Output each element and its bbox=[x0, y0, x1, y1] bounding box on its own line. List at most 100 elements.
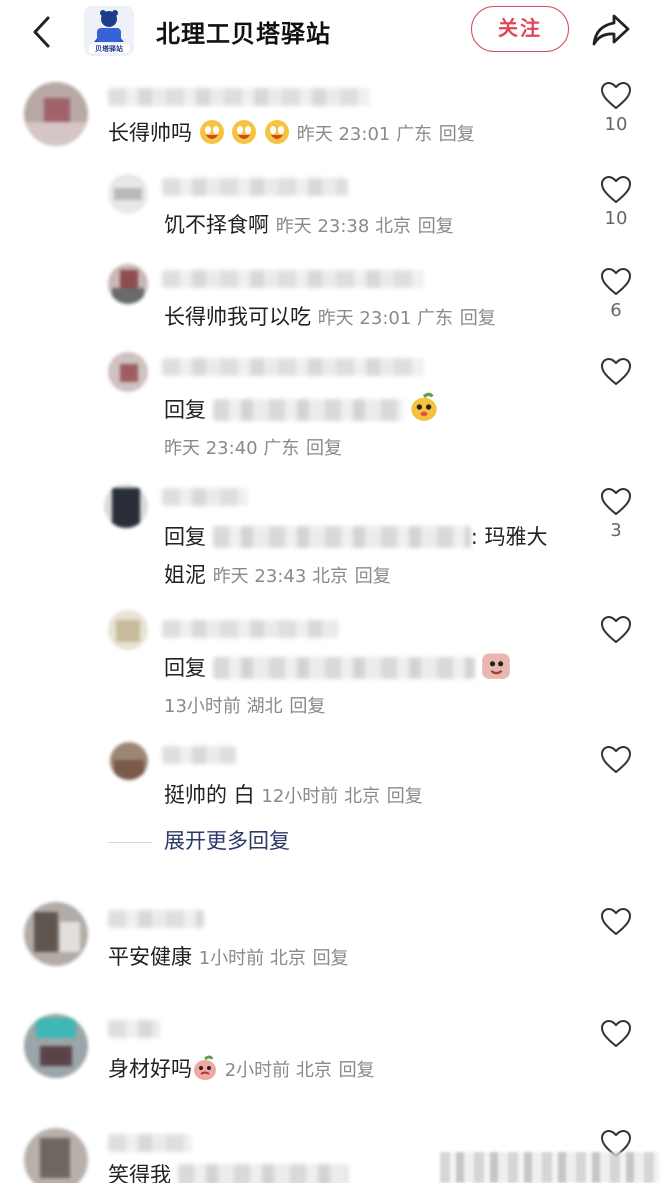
like-count: 10 bbox=[604, 208, 628, 229]
like-button[interactable] bbox=[600, 746, 632, 774]
comment-item: 身材好吗 2小时前 北京 回复 bbox=[0, 1010, 660, 1100]
page-title: 北理工贝塔驿站 bbox=[156, 20, 331, 48]
username-blurred[interactable] bbox=[162, 270, 424, 288]
username-blurred[interactable] bbox=[162, 620, 338, 638]
like-button[interactable] bbox=[600, 616, 632, 644]
reply-button[interactable]: 回复 bbox=[289, 696, 325, 717]
comment-item: 平安健康 1小时前 北京 回复 bbox=[0, 898, 660, 988]
expand-more-replies-button[interactable]: 展开更多回复 bbox=[164, 826, 290, 856]
avatar[interactable] bbox=[110, 742, 148, 780]
heart-icon bbox=[601, 616, 631, 644]
reply-item: 回复 : 玛雅大 姐泥 昨天 23:43 北京 回复 3 bbox=[0, 480, 660, 600]
comment-meta: 13小时前 湖北 bbox=[164, 696, 283, 717]
like-count: 10 bbox=[604, 114, 628, 135]
heart-icon bbox=[601, 176, 631, 204]
avatar[interactable] bbox=[108, 174, 148, 214]
like-button[interactable]: 3 bbox=[600, 488, 632, 541]
comment-text: 笑得我 bbox=[108, 1160, 348, 1183]
comment-meta: 2小时前 北京 bbox=[224, 1060, 332, 1081]
comment-text: 回复 bbox=[164, 392, 439, 425]
follow-button[interactable]: 关注 bbox=[471, 6, 569, 52]
reply-button[interactable]: 回复 bbox=[306, 438, 342, 459]
like-button[interactable] bbox=[600, 1020, 632, 1048]
comment-item: 长得帅吗 昨天 23:01 广东 回复 10 bbox=[0, 76, 660, 156]
reply-item: 回复 昨天 23:40 广东 回复 bbox=[0, 350, 660, 470]
comment-text: 长得帅我可以吃 昨天 23:01 广东 回复 bbox=[164, 305, 496, 329]
username-blurred[interactable] bbox=[162, 358, 424, 376]
reply-button[interactable]: 回复 bbox=[460, 308, 496, 329]
comment-meta: 昨天 23:40 广东 bbox=[164, 438, 300, 459]
like-button[interactable] bbox=[600, 358, 632, 386]
avatar[interactable] bbox=[24, 902, 88, 966]
username-blurred[interactable] bbox=[108, 910, 204, 928]
logo-caption: 贝塔驿站 bbox=[95, 44, 123, 53]
share-button[interactable] bbox=[590, 10, 632, 50]
top-bar: 贝塔驿站 北理工贝塔驿站 关注 bbox=[0, 0, 660, 64]
mention-blurred[interactable] bbox=[212, 657, 475, 679]
reply-item: 回复 13小时前 湖北 回复 bbox=[0, 608, 660, 728]
watermark-blurred bbox=[440, 1152, 660, 1183]
expand-divider bbox=[108, 842, 152, 843]
reply-item: 长得帅我可以吃 昨天 23:01 广东 回复 6 bbox=[0, 262, 660, 342]
like-button[interactable] bbox=[600, 908, 632, 936]
comment-meta-line: 13小时前 湖北 回复 bbox=[164, 690, 325, 722]
like-button[interactable]: 10 bbox=[600, 82, 632, 135]
comment-text-line2: 姐泥 昨天 23:43 北京 回复 bbox=[164, 563, 391, 587]
account-logo[interactable]: 贝塔驿站 bbox=[84, 6, 134, 56]
comment-meta: 昨天 23:01 广东 bbox=[296, 124, 433, 145]
heart-icon bbox=[601, 82, 631, 110]
heart-icon bbox=[601, 746, 631, 774]
username-blurred[interactable] bbox=[162, 178, 348, 196]
comment-meta: 昨天 23:01 广东 bbox=[317, 308, 454, 329]
reply-button[interactable]: 回复 bbox=[418, 216, 454, 237]
reply-button[interactable]: 回复 bbox=[387, 786, 423, 807]
avatar[interactable] bbox=[108, 264, 148, 304]
chevron-left-icon bbox=[33, 16, 50, 48]
comment-meta: 昨天 23:38 北京 bbox=[275, 216, 412, 237]
comment-text: 身材好吗 2小时前 北京 回复 bbox=[108, 1055, 375, 1081]
comment-text: 挺帅的 白 12小时前 北京 回复 bbox=[164, 783, 423, 807]
mention-blurred[interactable] bbox=[212, 399, 403, 421]
heart-icon bbox=[601, 908, 631, 936]
username-blurred[interactable] bbox=[108, 88, 370, 106]
like-button[interactable]: 10 bbox=[600, 176, 632, 229]
comment-text: 饥不择食啊 昨天 23:38 北京 回复 bbox=[164, 213, 454, 237]
heart-icon bbox=[601, 268, 631, 296]
comment-meta: 昨天 23:43 北京 bbox=[212, 566, 349, 587]
comment-meta: 12小时前 北京 bbox=[261, 786, 381, 807]
reply-button[interactable]: 回复 bbox=[355, 566, 391, 587]
peach-emoji-icon bbox=[481, 653, 511, 680]
username-blurred[interactable] bbox=[108, 1020, 160, 1038]
username-blurred[interactable] bbox=[162, 488, 248, 506]
laughing-emoji-icon bbox=[192, 120, 297, 145]
reply-item: 饥不择食啊 昨天 23:38 北京 回复 10 bbox=[0, 170, 660, 250]
mention-blurred[interactable] bbox=[212, 526, 471, 548]
reply-item: 挺帅的 白 12小时前 北京 回复 bbox=[0, 738, 660, 818]
like-count: 6 bbox=[610, 300, 622, 321]
avatar[interactable] bbox=[24, 82, 88, 146]
reply-button[interactable]: 回复 bbox=[313, 948, 349, 969]
reply-button[interactable]: 回复 bbox=[439, 124, 475, 145]
username-blurred[interactable] bbox=[162, 746, 236, 764]
peach-emoji-icon bbox=[409, 392, 439, 422]
comment-text: 平安健康 1小时前 北京 回复 bbox=[108, 945, 349, 969]
reply-button[interactable]: 回复 bbox=[339, 1060, 375, 1081]
avatar[interactable] bbox=[24, 1014, 88, 1078]
peach-emoji-icon bbox=[192, 1055, 218, 1081]
avatar[interactable] bbox=[24, 1128, 88, 1183]
avatar[interactable] bbox=[108, 610, 148, 650]
comment-text: 回复 bbox=[164, 650, 511, 683]
like-button[interactable]: 6 bbox=[600, 268, 632, 321]
comment-text: 长得帅吗 昨天 23:01 广东 回复 bbox=[108, 120, 475, 145]
like-count: 3 bbox=[610, 520, 622, 541]
heart-icon bbox=[601, 1020, 631, 1048]
comment-meta: 1小时前 北京 bbox=[198, 948, 306, 969]
comment-meta-line: 昨天 23:40 广东 回复 bbox=[164, 432, 342, 464]
avatar[interactable] bbox=[108, 352, 148, 392]
username-blurred[interactable] bbox=[108, 1134, 192, 1152]
heart-icon bbox=[601, 488, 631, 516]
avatar[interactable] bbox=[104, 484, 148, 528]
share-icon bbox=[592, 14, 630, 46]
back-button[interactable] bbox=[26, 12, 58, 52]
comment-text: 回复 : 玛雅大 bbox=[164, 525, 548, 549]
